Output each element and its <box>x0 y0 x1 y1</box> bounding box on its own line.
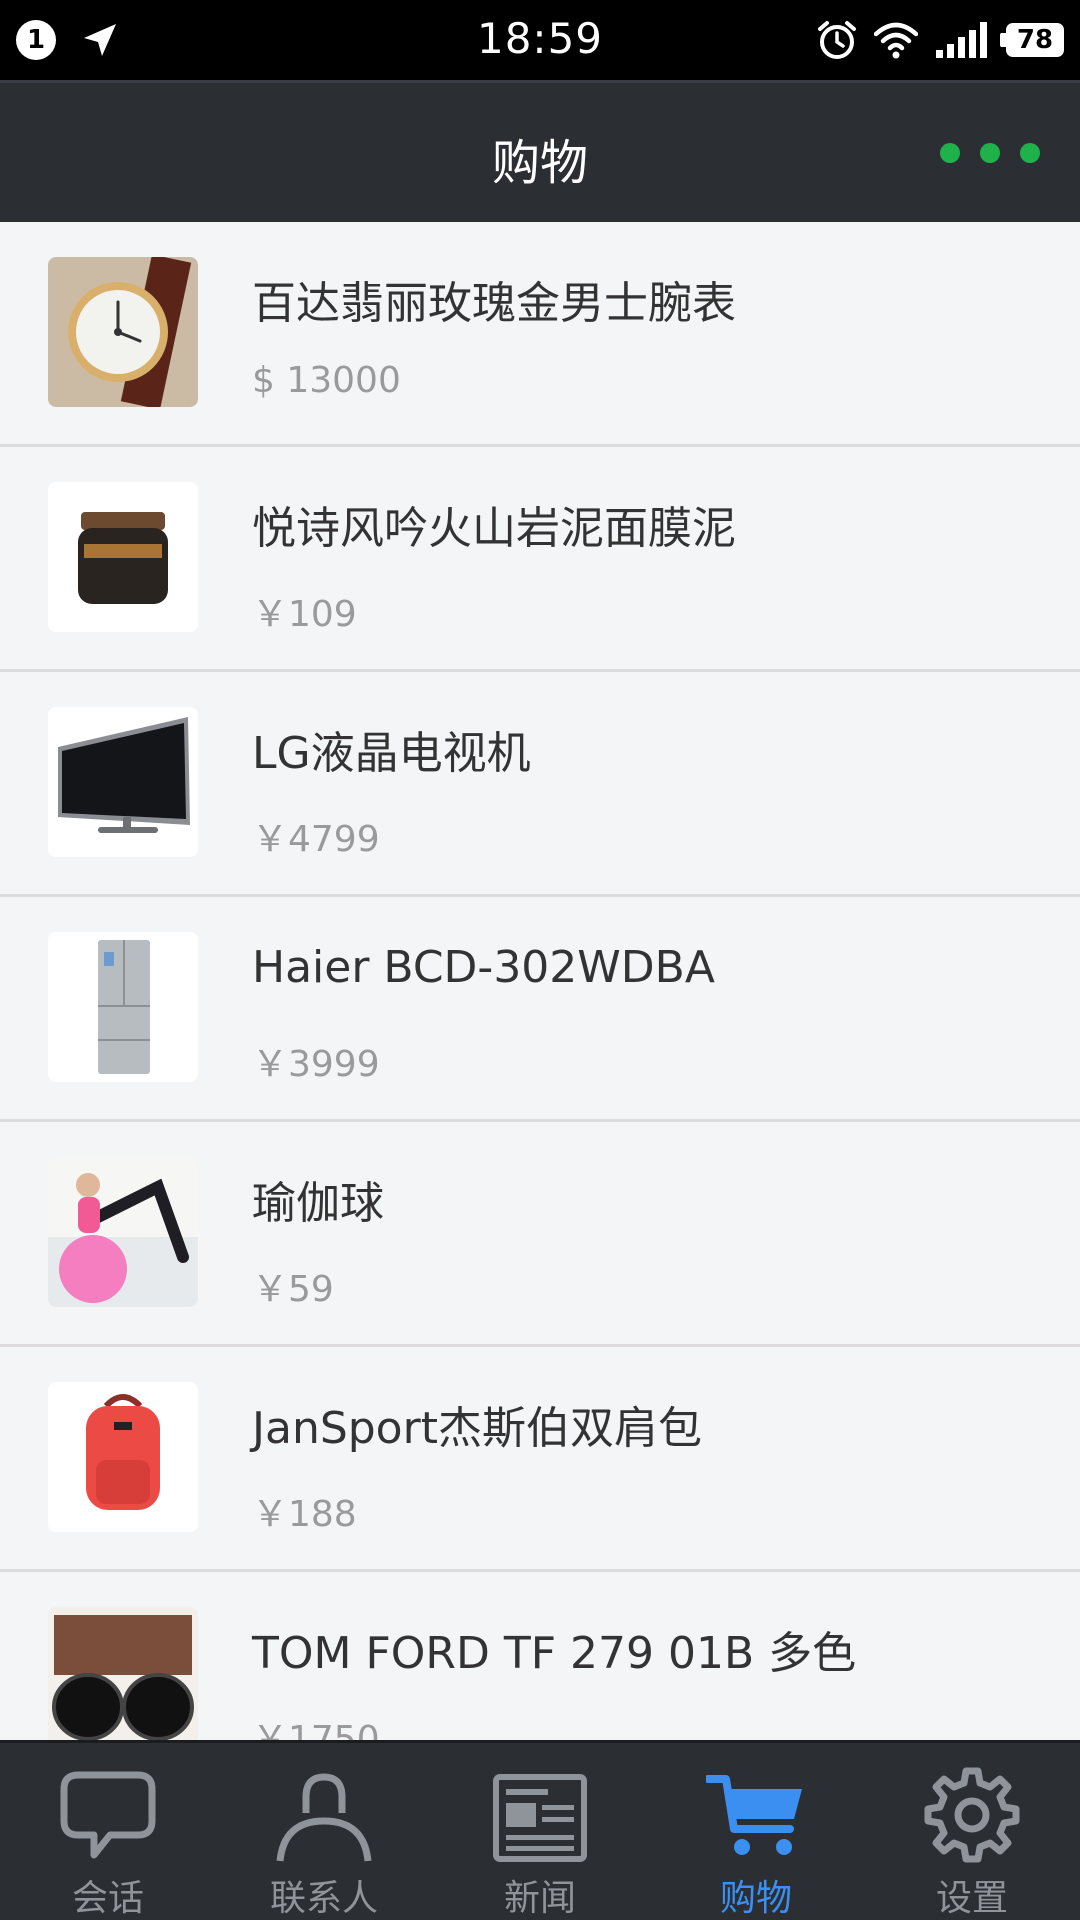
backpack-icon <box>48 1382 198 1532</box>
signal-strength-icon <box>936 22 987 58</box>
more-dot-icon <box>940 143 960 163</box>
product-list-item[interactable]: Haier BCD-302WDBA ￥3999 <box>0 897 1080 1122</box>
wristwatch-icon <box>48 257 198 407</box>
alarm-clock-icon <box>818 21 856 59</box>
product-list-item[interactable]: LG液晶电视机 ￥4799 <box>0 672 1080 897</box>
face-mask-jar-icon <box>48 482 198 632</box>
product-price: ￥4799 <box>252 819 380 860</box>
tab-label: 会话 <box>71 1878 144 1919</box>
page-title: 购物 <box>491 135 588 191</box>
product-name: 悦诗风吟火山岩泥面膜泥 <box>252 503 736 554</box>
battery-indicator: 78 <box>1000 23 1064 57</box>
tab-label: 设置 <box>935 1878 1008 1919</box>
gear-icon <box>922 1765 1022 1865</box>
shopping-cart-icon <box>706 1765 806 1865</box>
tv-icon <box>48 707 198 857</box>
product-name: TOM FORD TF 279 01B 多色 <box>252 1628 857 1679</box>
product-name: Haier BCD-302WDBA <box>252 942 715 993</box>
product-name: 百达翡丽玫瑰金男士腕表 <box>252 278 736 329</box>
app-header: 购物 <box>0 80 1080 222</box>
contact-person-icon <box>274 1765 374 1865</box>
tab-conversations[interactable]: 会话 <box>0 1743 216 1920</box>
product-name: LG液晶电视机 <box>252 728 531 779</box>
chat-bubble-icon <box>58 1765 158 1865</box>
tab-label: 购物 <box>719 1878 792 1919</box>
more-dot-icon <box>1020 143 1040 163</box>
bottom-navigation: 会话 联系人 新闻 购物 设置 <box>0 1740 1080 1920</box>
product-price: ￥109 <box>252 594 357 635</box>
status-right: 78 <box>816 18 1064 62</box>
tab-contacts[interactable]: 联系人 <box>216 1743 432 1920</box>
product-price: ￥188 <box>252 1494 357 1535</box>
tab-news[interactable]: 新闻 <box>432 1743 648 1920</box>
status-bar: 1 18:59 78 <box>0 0 1080 80</box>
more-options-button[interactable] <box>930 131 1040 175</box>
product-list-item[interactable]: 百达翡丽玫瑰金男士腕表 $ 13000 <box>0 222 1080 447</box>
product-price: ￥59 <box>252 1269 334 1310</box>
tab-shopping[interactable]: 购物 <box>648 1743 864 1920</box>
product-list[interactable]: 百达翡丽玫瑰金男士腕表 $ 13000 悦诗风吟火山岩泥面膜泥 ￥109 LG液… <box>0 222 1080 1740</box>
newspaper-icon <box>490 1765 590 1865</box>
tab-label: 新闻 <box>503 1878 576 1919</box>
product-price: ￥3999 <box>252 1044 380 1085</box>
product-list-item[interactable]: JanSport杰斯伯双肩包 ￥188 <box>0 1347 1080 1572</box>
product-list-item[interactable]: 悦诗风吟火山岩泥面膜泥 ￥109 <box>0 447 1080 672</box>
product-name: 瑜伽球 <box>252 1178 384 1229</box>
product-list-item[interactable]: TOM FORD TF 279 01B 多色 ￥1750 <box>0 1572 1080 1740</box>
tab-settings[interactable]: 设置 <box>864 1743 1080 1920</box>
product-name: JanSport杰斯伯双肩包 <box>252 1403 702 1454</box>
tab-label: 联系人 <box>269 1878 378 1919</box>
wifi-icon <box>874 22 918 59</box>
more-dot-icon <box>980 143 1000 163</box>
yoga-ball-icon <box>48 1157 198 1307</box>
sunglasses-icon <box>48 1607 198 1740</box>
product-price: ￥1750 <box>252 1719 380 1740</box>
product-price: $ 13000 <box>252 360 401 401</box>
product-list-item[interactable]: 瑜伽球 ￥59 <box>0 1122 1080 1347</box>
refrigerator-icon <box>48 932 198 1082</box>
